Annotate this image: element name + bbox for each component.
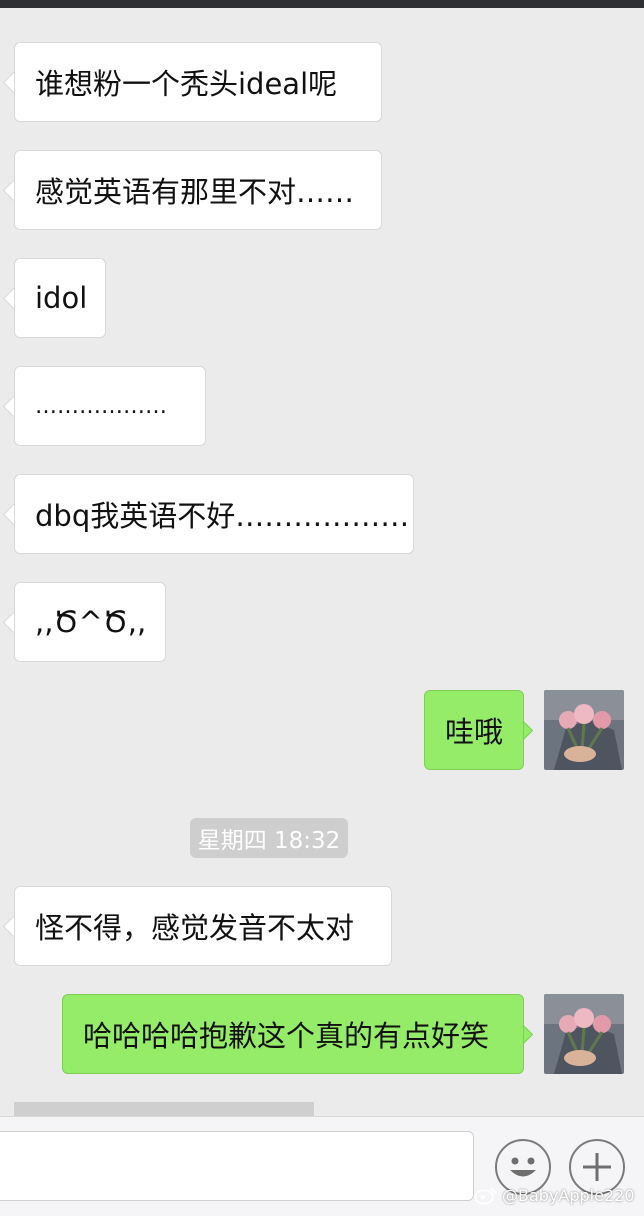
my-avatar[interactable] bbox=[544, 994, 624, 1074]
weibo-logo-icon bbox=[474, 1188, 496, 1205]
chat-timestamp: 星期四 18:32 bbox=[190, 818, 348, 858]
message-bubble[interactable]: dbq我英语不好……………… bbox=[14, 474, 414, 554]
message-bubble[interactable]: 哈哈哈哈抱歉这个真的有点好笑 bbox=[62, 994, 524, 1074]
message-bubble[interactable]: 谁想粉一个秃头ideal呢 bbox=[14, 42, 382, 122]
status-bar bbox=[0, 0, 644, 8]
message-bubble[interactable]: 哇哦 bbox=[424, 690, 524, 770]
partial-message-strip bbox=[14, 1102, 314, 1116]
avatar-photo-icon bbox=[544, 690, 624, 770]
message-bubble[interactable]: 怪不得，感觉发音不太对 bbox=[14, 886, 392, 966]
watermark-text: @BabyApple220 bbox=[502, 1185, 635, 1205]
weibo-watermark: @BabyApple220 bbox=[474, 1185, 635, 1205]
message-bubble[interactable]: 感觉英语有那里不对…… bbox=[14, 150, 382, 230]
message-bubble[interactable]: ,,Ծ^Ծ,, bbox=[14, 582, 166, 662]
my-avatar[interactable] bbox=[544, 690, 624, 770]
message-input[interactable] bbox=[0, 1131, 474, 1201]
message-bubble[interactable]: idol bbox=[14, 258, 106, 338]
avatar-photo-icon bbox=[544, 994, 624, 1074]
message-bubble[interactable]: ……………… bbox=[14, 366, 206, 446]
